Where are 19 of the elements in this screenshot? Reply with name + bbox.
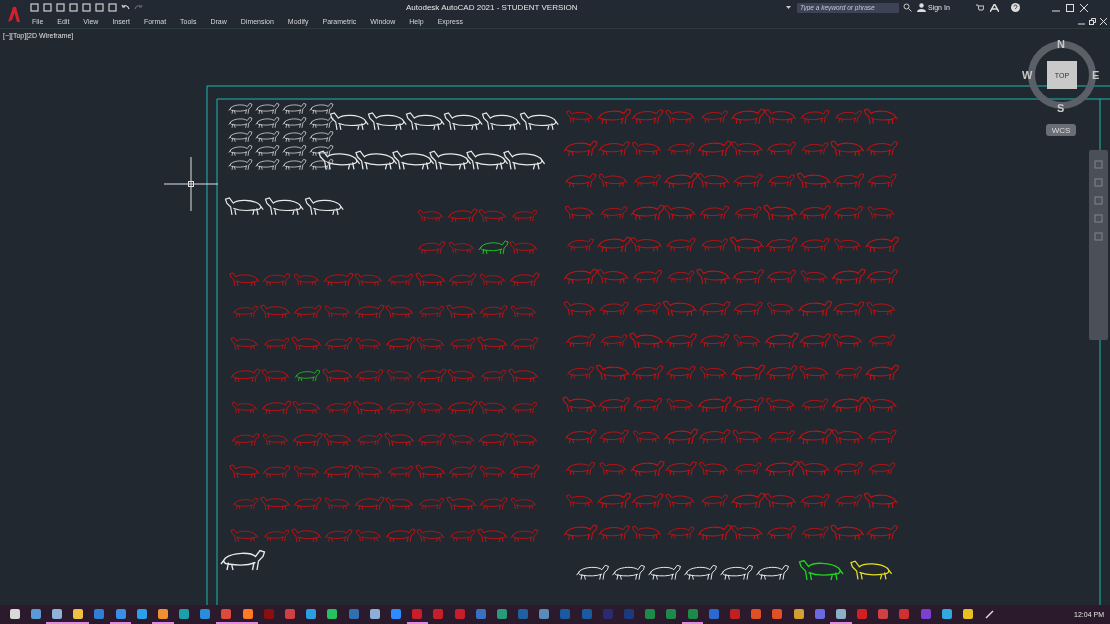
maximize-icon[interactable] [1065, 3, 1074, 12]
restore-icon[interactable] [1089, 18, 1096, 25]
compass-label: E [1092, 69, 1100, 81]
compass-label: S [1057, 102, 1065, 114]
pen-icon[interactable] [984, 610, 994, 619]
compass-label: W [1022, 69, 1033, 81]
triangle-logo-icon[interactable] [989, 3, 999, 12]
undo-icon[interactable] [121, 3, 130, 12]
search-icon[interactable] [903, 3, 912, 12]
ucs-menu[interactable]: WCS [1046, 124, 1076, 136]
close-icon[interactable] [1079, 3, 1088, 12]
window-title: Autodesk AutoCAD 2021 - STUDENT VERSION [406, 3, 579, 12]
crosshair-cursor-icon [163, 156, 219, 212]
help-icon[interactable] [1010, 3, 1020, 12]
close-icon[interactable] [1100, 18, 1107, 25]
user-icon[interactable] [917, 3, 926, 12]
caret-icon[interactable] [786, 5, 791, 10]
compass-label: N [1057, 38, 1065, 50]
app-logo-icon[interactable] [7, 6, 21, 22]
